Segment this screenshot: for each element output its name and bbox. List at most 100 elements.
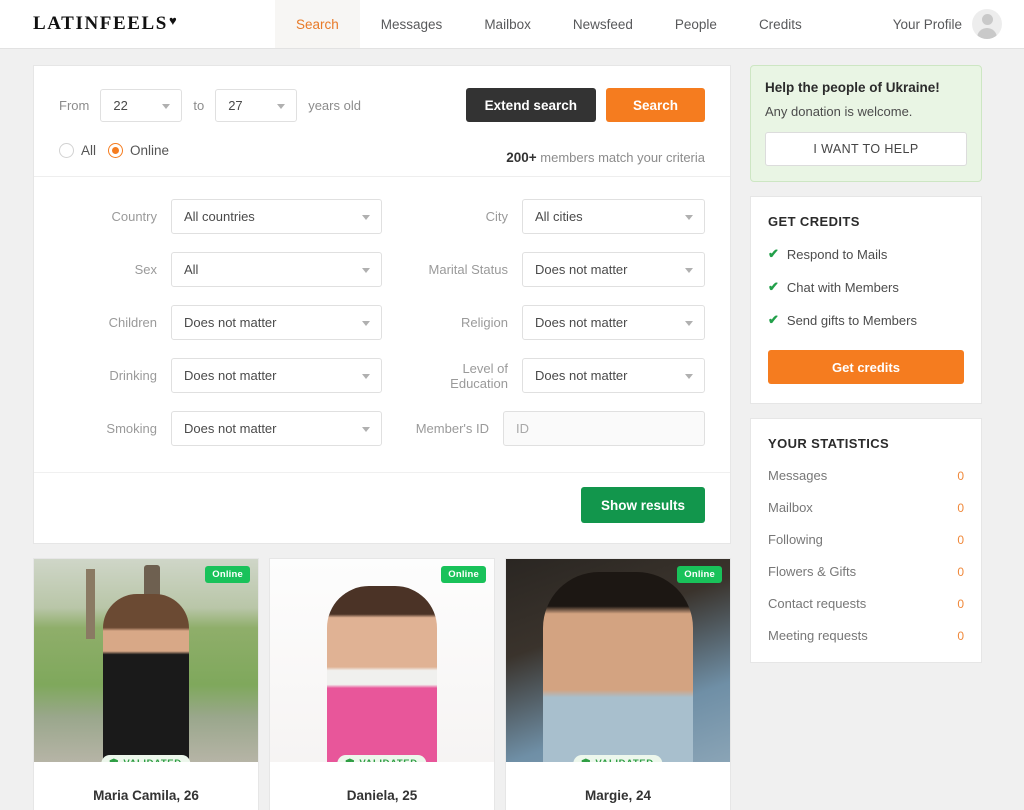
nav-item-mailbox[interactable]: Mailbox [463, 0, 552, 48]
ukraine-title: Help the people of Ukraine! [765, 80, 940, 95]
stat-row-flowers-gifts[interactable]: Flowers & Gifts 0 [768, 564, 964, 579]
filter-city-select[interactable]: All cities [522, 199, 705, 234]
filter-smoking: Smoking Does not matter [59, 411, 382, 446]
credit-benefit-item: ✔ Respond to Mails [768, 246, 964, 262]
age-from-value: 22 [113, 98, 128, 113]
main-navigation: Search Messages Mailbox Newsfeed People … [275, 0, 823, 48]
search-panel-footer: Show results [34, 472, 730, 543]
match-text: members match your criteria [540, 150, 705, 165]
radio-all-label: All [81, 143, 97, 158]
logo-text: LATINFEELS [33, 13, 168, 34]
main-column: From 22 to 27 years old Extend search Se… [33, 65, 731, 810]
profile-photo[interactable]: Online VALIDATED [506, 559, 730, 762]
filter-marital-status-select[interactable]: Does not matter [522, 252, 705, 287]
profile-photo[interactable]: Online VALIDATED [34, 559, 258, 762]
age-from-select[interactable]: 22 [100, 89, 183, 122]
stat-row-contact-requests[interactable]: Contact requests 0 [768, 596, 964, 611]
stat-label: Following [768, 532, 823, 547]
chevron-down-icon [362, 426, 370, 432]
filter-sex-label: Sex [134, 262, 157, 277]
avatar[interactable] [972, 9, 1002, 39]
check-icon: ✔ [768, 246, 779, 261]
filter-education-select[interactable]: Does not matter [522, 358, 705, 393]
stat-row-meeting-requests[interactable]: Meeting requests 0 [768, 628, 964, 643]
radio-online[interactable]: Online [108, 143, 169, 158]
filter-country-select[interactable]: All countries [171, 199, 382, 234]
credit-benefit-item: ✔ Chat with Members [768, 279, 964, 295]
stat-row-messages[interactable]: Messages 0 [768, 468, 964, 483]
nav-item-credits[interactable]: Credits [738, 0, 823, 48]
check-icon: ✔ [768, 312, 779, 327]
validated-badge: VALIDATED [101, 755, 191, 762]
get-credits-button[interactable]: Get credits [768, 350, 964, 384]
age-to-select[interactable]: 27 [215, 89, 298, 122]
photo-subject [327, 586, 437, 762]
your-statistics-title: YOUR STATISTICS [768, 436, 890, 451]
profile-card[interactable]: Online VALIDATED Daniela, 25 [269, 558, 495, 810]
validated-badge: VALIDATED [337, 755, 427, 762]
sidebar: Help the people of Ukraine! Any donation… [750, 65, 982, 810]
profile-name[interactable]: Margie, 24 [506, 762, 730, 803]
show-results-button[interactable]: Show results [580, 487, 705, 523]
stat-value: 0 [957, 596, 964, 611]
chevron-down-icon [362, 214, 370, 220]
results-grid: Online VALIDATED Maria Camila, 26 [33, 558, 731, 810]
stat-label: Flowers & Gifts [768, 564, 857, 579]
profile-card[interactable]: Online VALIDATED Margie, 24 [505, 558, 731, 810]
page-body: From 22 to 27 years old Extend search Se… [0, 49, 1024, 810]
filter-religion: Religion Does not matter [404, 305, 705, 340]
to-label: to [193, 98, 205, 113]
match-count-line: 200+ members match your criteria [506, 150, 705, 165]
photo-subject [103, 594, 189, 762]
filter-religion-value: Does not matter [535, 315, 628, 330]
radio-all[interactable]: All [59, 143, 96, 158]
stat-row-mailbox[interactable]: Mailbox 0 [768, 500, 964, 515]
filter-children: Children Does not matter [59, 305, 382, 340]
filter-education-label: Level of Education [450, 360, 508, 391]
chevron-down-icon [685, 373, 693, 379]
nav-item-people[interactable]: People [654, 0, 738, 48]
filter-children-select[interactable]: Does not matter [171, 305, 382, 340]
profile-photo[interactable]: Online VALIDATED [270, 559, 494, 762]
nav-item-newsfeed[interactable]: Newsfeed [552, 0, 654, 48]
i-want-to-help-button[interactable]: I WANT TO HELP [765, 132, 967, 166]
filter-smoking-select[interactable]: Does not matter [171, 411, 382, 446]
get-credits-panel: GET CREDITS ✔ Respond to Mails ✔ Chat wi… [750, 196, 982, 404]
filter-sex-select[interactable]: All [171, 252, 382, 287]
credit-benefit-item: ✔ Send gifts to Members [768, 312, 964, 328]
filter-children-label: Children [108, 315, 157, 330]
nav-item-messages[interactable]: Messages [360, 0, 464, 48]
stat-label: Messages [768, 468, 828, 483]
search-button[interactable]: Search [605, 88, 705, 122]
nav-item-search[interactable]: Search [275, 0, 360, 48]
site-logo[interactable]: LATINFEELS ♥ [0, 0, 275, 48]
profile-media-counts: 1 photo 1 video [270, 803, 494, 810]
filters-right-column: City All cities Marital Status Does not … [382, 199, 705, 464]
search-top-section: From 22 to 27 years old Extend search Se… [34, 66, 730, 177]
filter-smoking-value: Does not matter [184, 421, 277, 436]
extend-search-button[interactable]: Extend search [465, 88, 596, 122]
profile-card[interactable]: Online VALIDATED Maria Camila, 26 [33, 558, 259, 810]
stat-label: Contact requests [768, 596, 867, 611]
filter-religion-select[interactable]: Does not matter [522, 305, 705, 340]
match-count: 200+ [506, 150, 537, 165]
filter-drinking-value: Does not matter [184, 368, 277, 383]
filter-marital-status: Marital Status Does not matter [404, 252, 705, 287]
profile-area[interactable]: Your Profile [893, 0, 1002, 48]
validated-text: VALIDATED [123, 758, 181, 762]
member-id-input[interactable] [503, 411, 705, 446]
get-credits-title: GET CREDITS [768, 214, 860, 229]
filter-marital-status-label: Marital Status [428, 262, 508, 277]
search-panel: From 22 to 27 years old Extend search Se… [33, 65, 731, 544]
stat-row-following[interactable]: Following 0 [768, 532, 964, 547]
filter-drinking-select[interactable]: Does not matter [171, 358, 382, 393]
online-badge: Online [677, 566, 722, 583]
profile-name[interactable]: Maria Camila, 26 [34, 762, 258, 803]
profile-name[interactable]: Daniela, 25 [270, 762, 494, 803]
credit-benefit-label: Respond to Mails [786, 246, 888, 262]
filter-sex: Sex All [59, 252, 382, 287]
photo-subject [543, 572, 693, 762]
filter-country: Country All countries [59, 199, 382, 234]
credit-benefit-label: Send gifts to Members [786, 312, 917, 328]
radio-online-label: Online [130, 143, 170, 158]
